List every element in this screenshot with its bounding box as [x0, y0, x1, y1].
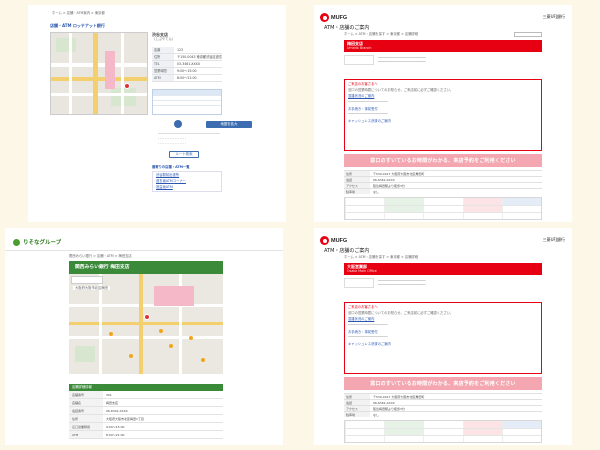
page-title: ATM・店舗のご案内	[324, 248, 370, 254]
route-button[interactable]: ルート検索	[169, 151, 199, 158]
info-value: 06-6341-XXXX	[106, 409, 128, 413]
info-key: 営業時間	[152, 68, 174, 74]
intro-text: ────────────────────────	[378, 283, 426, 288]
info-value: なし	[373, 190, 380, 194]
atm-pin-icon[interactable]	[129, 354, 133, 358]
map-label: 大阪府大阪市北区梅田	[73, 286, 110, 291]
breadcrumb[interactable]: ホーム > 店舗・ATM案内 > 東京都	[52, 11, 105, 15]
info-key: 電話	[344, 177, 370, 182]
branch-info-table: 住所 〒530-0017 大阪府大阪市北区角田町 電話 06-6361-XXXX ア…	[344, 393, 542, 417]
hours-table	[344, 197, 542, 220]
hours-table	[344, 420, 542, 443]
card-resona-umeda: りそなグループ 関西みらい銀行 > 店舗・ATM > 梅田支店 関西みらい銀行 …	[5, 228, 283, 445]
branch-subtitle: Osaka Main Office	[347, 269, 377, 273]
info-value: 9:00〜15:00	[177, 69, 197, 73]
card-branch-locator-1: ホーム > 店舗・ATM案内 > 東京都 店舗・ATM ロッテアット銀行 渋谷支…	[28, 5, 286, 222]
map[interactable]: 大阪府大阪市北区梅田	[69, 274, 223, 374]
info-value: 123	[177, 48, 184, 52]
info-value: 阪急梅田駅より徒歩3分	[373, 407, 405, 411]
info-key: ATM	[69, 431, 103, 438]
atm-pin-icon[interactable]	[189, 336, 193, 340]
branch-header: 大阪営業部 Osaka Main Office	[344, 263, 542, 275]
branch-info-table: 店舗番号 301 店舗名 梅田支店 電話番号 06-6341-XXXX 住所 大阪府大阪…	[69, 391, 223, 439]
info-key: 住所	[69, 415, 103, 422]
info-value: 9:00〜15:00	[106, 425, 125, 429]
nearby-title: 最寄りの店舗・ATM一覧	[152, 165, 190, 169]
mufg-ring-icon	[320, 13, 329, 22]
service-table	[152, 89, 222, 115]
info-value: 8:00〜21:00	[177, 76, 197, 80]
info-key: ATM	[152, 75, 174, 81]
mufg-logo[interactable]: MUFG	[320, 236, 347, 245]
info-value: 大阪府大阪市北区梅田1丁目	[106, 417, 144, 421]
map-pin-icon[interactable]	[124, 83, 130, 89]
info-key: 駐車場	[344, 412, 370, 417]
breadcrumb[interactable]: ホーム > ATM・店舗を探す > 東京都 > 店舗詳細	[344, 255, 418, 259]
info-key: 店番	[152, 47, 174, 53]
info-value: 〒530-0017 大阪府大阪市北区角田町	[373, 172, 425, 176]
notice-title: ご来店のお客さまへ	[348, 305, 378, 309]
map-button[interactable]: 地図を拡大	[206, 121, 252, 128]
info-key: 店舗名	[69, 399, 103, 406]
notice-box: ご来店のお客さまへ 窓口の営業時間についてのお知らせ。ご来店前に必ずご確認くださ…	[344, 302, 542, 374]
page-title: 店舗・ATM ロッテアット銀行	[50, 23, 105, 28]
info-value: 03-3461-XXXX	[177, 62, 201, 66]
card-mufg-osaka: MUFG 三菱UFJ銀行 ATM・店舗のご案内 ホーム > ATM・店舗を探す …	[314, 228, 572, 445]
info-value: 301	[106, 393, 112, 397]
info-key: アクセス	[344, 406, 370, 411]
breadcrumb[interactable]: 関西みらい銀行 > 店舗・ATM > 梅田支店	[69, 254, 132, 258]
mufg-ring-icon	[320, 236, 329, 245]
resona-logo[interactable]: りそなグループ	[13, 238, 61, 246]
info-key: アクセス	[344, 183, 370, 188]
atm-pin-icon[interactable]	[109, 332, 113, 336]
info-key: TEL	[152, 61, 174, 67]
section-header: 店舗詳細情報	[69, 384, 223, 391]
bank-name: 三菱UFJ銀行	[542, 237, 565, 242]
info-key: 窓口営業時間	[69, 423, 103, 430]
info-value: 〒530-0017 大阪府大阪市北区角田町	[373, 395, 425, 399]
info-key: 住所	[152, 54, 174, 60]
atm-pin-icon[interactable]	[159, 329, 163, 333]
notice-link[interactable]: キャッシュレス決済のご案内	[345, 117, 541, 123]
info-key: 住所	[344, 171, 370, 176]
info-value: 8:00〜21:00	[106, 433, 125, 437]
info-value: 06-6361-XXXX	[373, 178, 395, 182]
note-text: ･････････････････	[158, 142, 187, 146]
info-key: 店舗番号	[69, 391, 103, 398]
bank-name: 三菱UFJ銀行	[542, 14, 565, 19]
card-mufg-umeda: MUFG 三菱UFJ銀行 ATM・店舗のご案内 ホーム > ATM・店舗を探す …	[314, 5, 572, 222]
map-pin-icon[interactable]	[144, 314, 150, 320]
branch-subtitle: Umeda Branch	[347, 46, 372, 50]
person-icon	[174, 120, 182, 128]
info-value: なし	[373, 413, 380, 417]
atm-pin-icon[interactable]	[201, 358, 205, 362]
reservation-banner[interactable]: 窓口のすいているお時間がわかる、来店予約をご利用ください	[344, 377, 542, 390]
info-value: 06-6361-XXXX	[373, 401, 395, 405]
breadcrumb[interactable]: ホーム > ATM・店舗を探す > 東京都 > 店舗詳細	[344, 32, 418, 36]
info-key: 住所	[344, 394, 370, 399]
info-value: 阪急梅田駅より徒歩3分	[373, 184, 405, 188]
info-value: 〒150-0043 東京都渋谷区道玄坂1丁目	[177, 55, 222, 59]
reservation-banner[interactable]: 窓口のすいているお時間がわかる、来店予約をご利用ください	[344, 154, 542, 167]
note-text: ･････････････････	[158, 137, 187, 141]
nearby-item[interactable]: 宮益坂ATM	[153, 184, 221, 190]
notice-box: ご来店のお客さまへ 窓口の営業時間についてのお知らせ。ご来店前に必ずご確認くださ…	[344, 79, 542, 151]
branch-kana: （しぶやてん）	[152, 37, 176, 41]
branch-info-table: 住所 〒530-0017 大阪府大阪市北区角田町 電話 06-6361-XXXX ア…	[344, 170, 542, 194]
notice-link[interactable]: キャッシュレス決済のご案内	[345, 340, 541, 346]
section-title: 店舗詳細情報	[72, 385, 92, 389]
atm-pin-icon[interactable]	[169, 344, 173, 348]
branch-header: 梅田支店 Umeda Branch	[344, 40, 542, 52]
page-title: 関西みらい銀行 梅田支店	[69, 261, 223, 274]
info-value: 梅田支店	[106, 401, 119, 405]
info-key: 電話	[344, 400, 370, 405]
intro-text: ────────────────────────	[378, 60, 426, 65]
notice-title: ご来店のお客さまへ	[348, 82, 378, 86]
info-key: 電話番号	[69, 407, 103, 414]
mufg-logo[interactable]: MUFG	[320, 13, 347, 22]
info-key: 駐車場	[344, 189, 370, 194]
resona-dot-icon	[13, 238, 20, 246]
map[interactable]	[50, 32, 148, 115]
page-title: ATM・店舗のご案内	[324, 25, 370, 31]
